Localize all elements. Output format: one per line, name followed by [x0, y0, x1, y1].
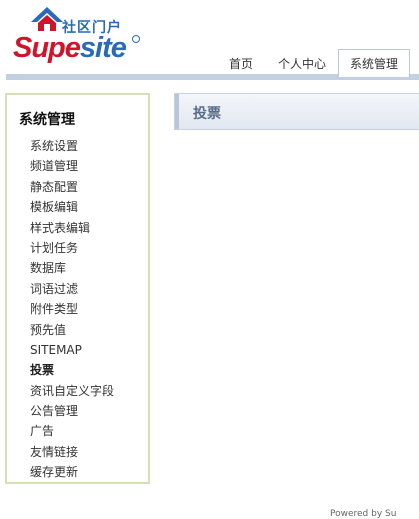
sidebar-item-vote[interactable]: 投票: [30, 360, 114, 380]
tab-system-admin[interactable]: 系统管理: [338, 49, 410, 77]
sidebar-item-friend-links[interactable]: 友情链接: [30, 442, 114, 462]
sidebar-item-scheduled-tasks[interactable]: 计划任务: [30, 238, 114, 258]
sidebar-menu: 系统设置 频道管理 静态配置 模板编辑 样式表编辑 计划任务 数据库 词语过滤 …: [30, 136, 114, 483]
logo-wordmark: Supesite: [13, 32, 140, 64]
sidebar-item-word-filter[interactable]: 词语过滤: [30, 279, 114, 299]
sidebar: 系统管理 系统设置 频道管理 静态配置 模板编辑 样式表编辑 计划任务 数据库 …: [5, 93, 150, 484]
sidebar-item-system-settings[interactable]: 系统设置: [30, 136, 114, 156]
sidebar-item-database[interactable]: 数据库: [30, 258, 114, 278]
house-icon: [31, 7, 63, 31]
svg-text:Supesite: Supesite: [13, 32, 127, 64]
sidebar-item-custom-fields[interactable]: 资讯自定义字段: [30, 381, 114, 401]
tab-personal-center[interactable]: 个人中心: [268, 50, 336, 76]
sidebar-item-announcements[interactable]: 公告管理: [30, 401, 114, 421]
sidebar-item-preset-values[interactable]: 预先值: [30, 320, 114, 340]
sidebar-item-stylesheet-edit[interactable]: 样式表编辑: [30, 218, 114, 238]
page-title: 投票: [193, 106, 221, 122]
sidebar-title: 系统管理: [19, 112, 75, 128]
footer-powered-by: Powered by Su: [330, 509, 397, 519]
site-logo[interactable]: 社区门户 Supesite: [0, 0, 200, 76]
sidebar-item-attachment-types[interactable]: 附件类型: [30, 299, 114, 319]
sidebar-item-sitemap[interactable]: SITEMAP: [30, 340, 114, 360]
sidebar-item-ads[interactable]: 广告: [30, 421, 114, 441]
tab-home[interactable]: 首页: [218, 50, 264, 76]
content-header: 投票: [174, 93, 419, 130]
sidebar-item-cache-update[interactable]: 缓存更新: [30, 462, 114, 482]
sidebar-item-static-config[interactable]: 静态配置: [30, 177, 114, 197]
sidebar-item-channel-management[interactable]: 频道管理: [30, 156, 114, 176]
sidebar-item-template-edit[interactable]: 模板编辑: [30, 197, 114, 217]
